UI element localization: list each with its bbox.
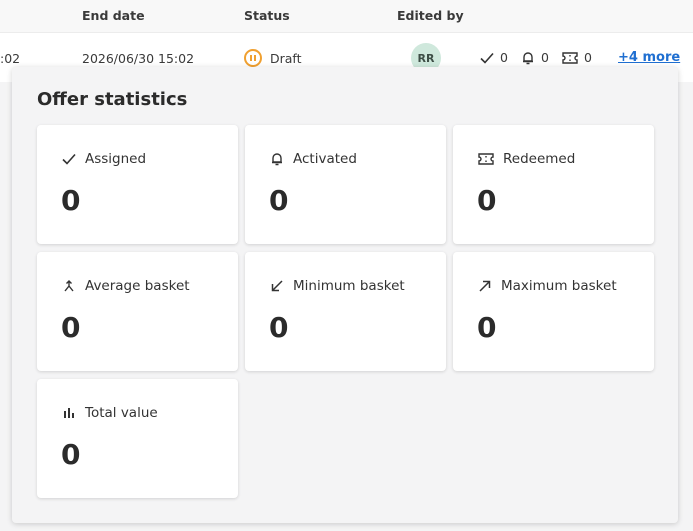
stat-label: Redeemed [503,151,576,167]
stat-card-minimum-basket: Minimum basket 0 [245,252,446,371]
bar-chart-icon [64,408,74,418]
page: End date Status Edited by :02 2026/06/30… [0,0,693,531]
start-date-cell: :02 [0,51,21,66]
end-date-cell: 2026/06/30 15:02 [82,51,195,66]
status-badge: Draft [270,51,302,66]
check-icon [62,153,76,165]
stat-label: Assigned [85,151,147,167]
column-header-edited-by[interactable]: Edited by [397,8,464,23]
ticket-icon [478,153,494,165]
stat-label: Activated [293,151,357,167]
stat-card-activated: Activated 0 [245,125,446,244]
arrow-down-left-icon [271,280,283,292]
stat-label: Minimum basket [293,278,405,294]
bell-icon [523,51,533,64]
popover-title: Offer statistics [37,89,188,110]
stat-card-redeemed: Redeemed 0 [453,125,654,244]
column-header-end-date[interactable]: End date [82,8,145,23]
redeemed-count: 0 [562,50,592,65]
arrow-up-right-icon [479,280,491,292]
stat-card-maximum-basket: Maximum basket 0 [453,252,654,371]
column-header-status[interactable]: Status [244,8,290,23]
stat-label: Average basket [85,278,190,294]
stat-value: 0 [61,184,81,217]
merge-arrow-icon [64,280,74,292]
stat-label: Maximum basket [501,278,617,294]
table-header: End date Status Edited by [0,0,693,33]
avatar-initials: RR [417,51,435,65]
stat-value: 0 [477,311,497,344]
stat-value: 0 [269,311,289,344]
stat-card-total-value: Total value 0 [37,379,238,498]
stat-value: 0 [269,184,289,217]
stat-value: 0 [477,184,497,217]
activated-count: 0 [521,50,549,65]
stat-card-average-basket: Average basket 0 [37,252,238,371]
stat-value: 0 [61,311,81,344]
bell-icon [272,153,282,166]
assigned-count: 0 [480,50,508,65]
stat-label: Total value [85,405,158,421]
pause-icon [244,49,262,67]
stat-card-assigned: Assigned 0 [37,125,238,244]
stat-value: 0 [61,438,81,471]
more-stats-link[interactable]: +4 more [618,50,680,65]
ticket-icon [562,51,578,64]
check-icon [480,52,494,64]
